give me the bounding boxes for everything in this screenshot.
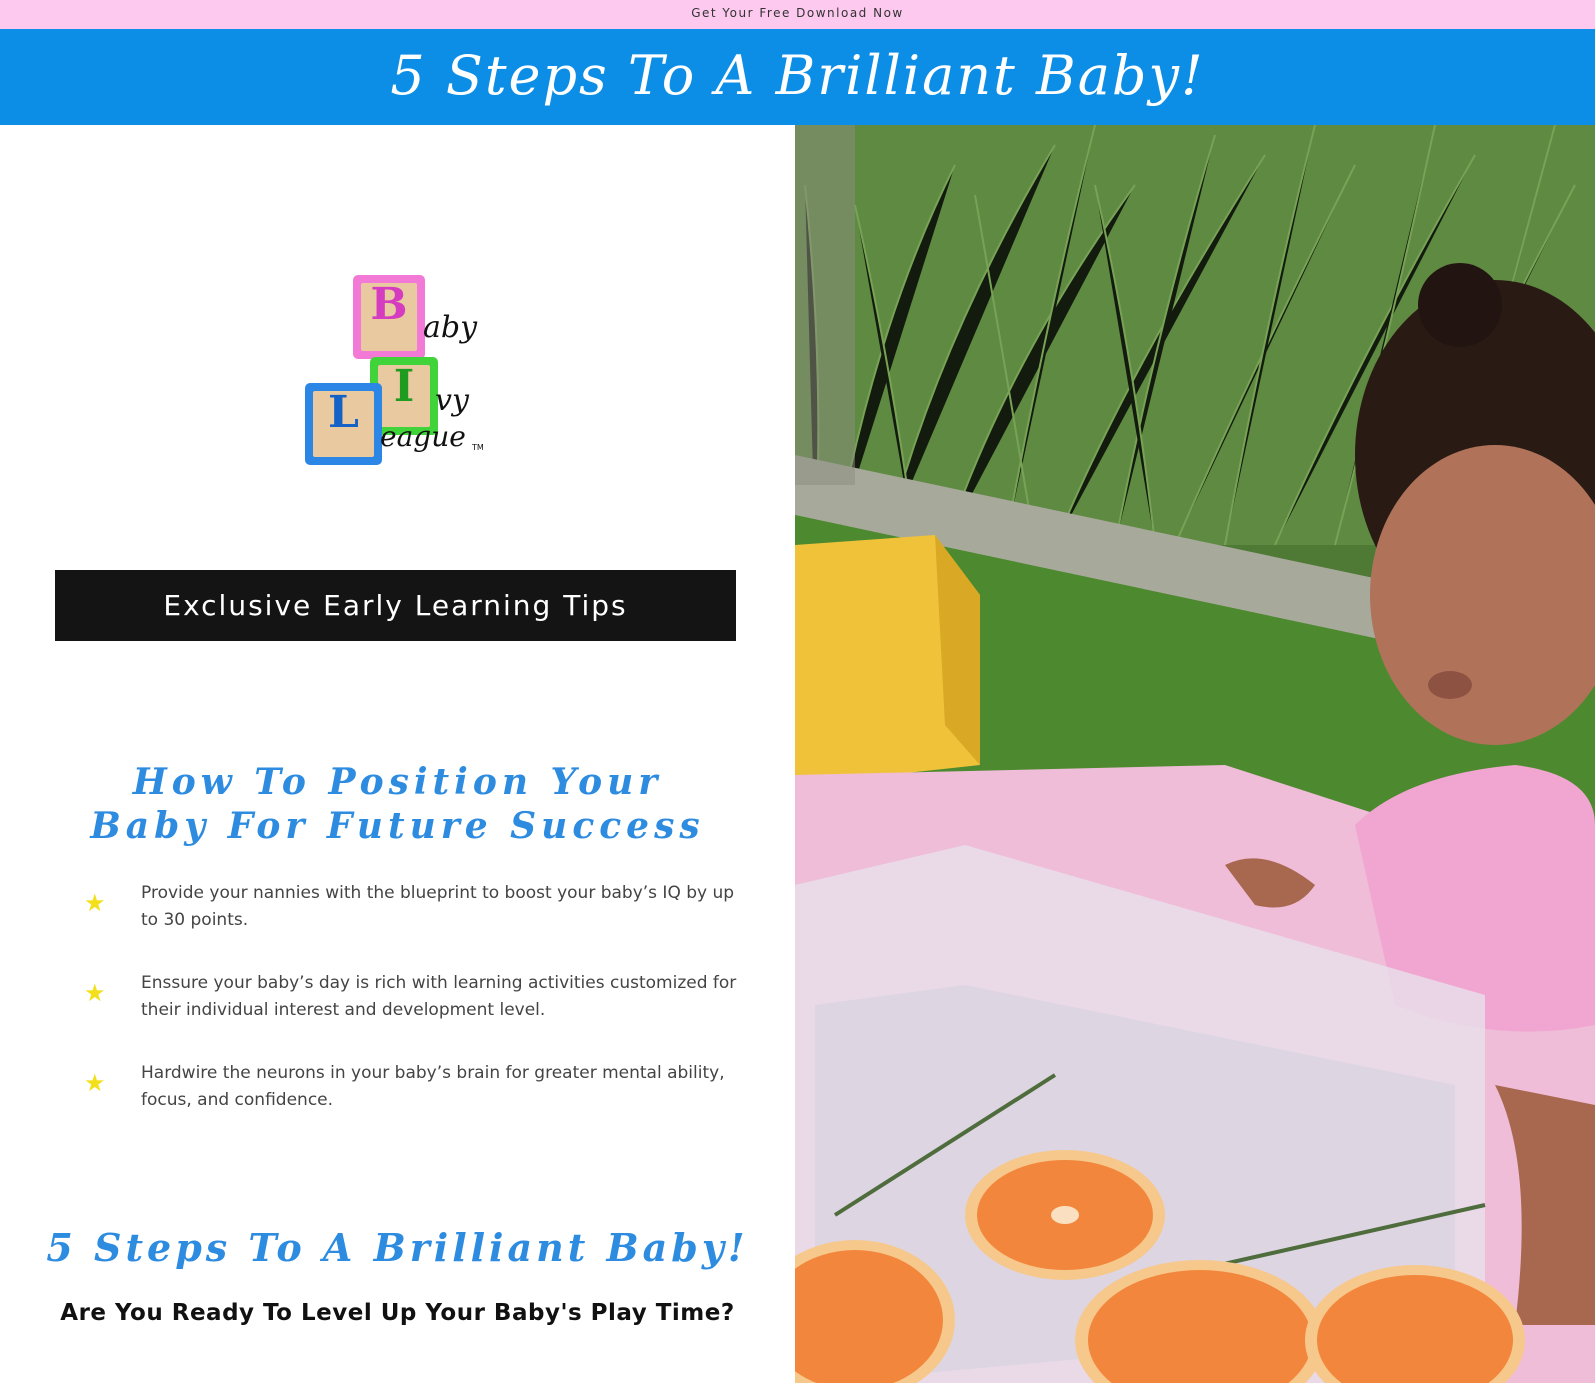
top-announcement-text[interactable]: Get Your Free Download Now [691,6,904,20]
header-banner: 5 Steps To A Brilliant Baby! [0,29,1595,125]
headline-line-2: Baby For Future Success [90,805,705,847]
logo-script-vy: vy [435,383,469,418]
baby-ivy-league-logo: B I L aby vy eague TM [300,275,490,475]
section-headline: How To Position Your Baby For Future Suc… [0,760,795,848]
logo-block-blue: L [305,383,382,465]
play-time-question: Are You Ready To Level Up Your Baby's Pl… [60,1300,735,1326]
logo-letter-b: B [370,279,408,330]
top-announcement-bar[interactable]: Get Your Free Download Now [0,0,1595,29]
steps-subheading: 5 Steps To A Brilliant Baby! [46,1225,749,1270]
photo-illustration [795,125,1595,1383]
benefit-text: Provide your nannies with the blueprint … [141,883,735,930]
benefit-text: Hardwire the neurons in your baby’s brai… [141,1063,725,1110]
logo-block-pink: B [353,275,425,359]
logo-script-eague: eague [380,420,466,453]
logo-letter-l: L [328,387,359,438]
logo-script-aby: aby [423,310,478,345]
left-content-column: B I L aby vy eague TM Exclusive Early Le… [0,125,795,1383]
banner-title: 5 Steps To A Brilliant Baby! [390,44,1205,107]
star-icon: ★ [84,889,106,917]
exclusive-tips-bar: Exclusive Early Learning Tips [55,570,736,641]
star-icon: ★ [84,1069,106,1097]
exclusive-tips-label: Exclusive Early Learning Tips [163,589,628,622]
logo-trademark: TM [472,443,484,452]
star-icon: ★ [84,979,106,1007]
headline-line-1: How To Position Your [132,761,663,803]
benefit-text: Enssure your baby’s day is rich with lea… [141,973,737,1020]
baby-play-photo [795,125,1595,1383]
